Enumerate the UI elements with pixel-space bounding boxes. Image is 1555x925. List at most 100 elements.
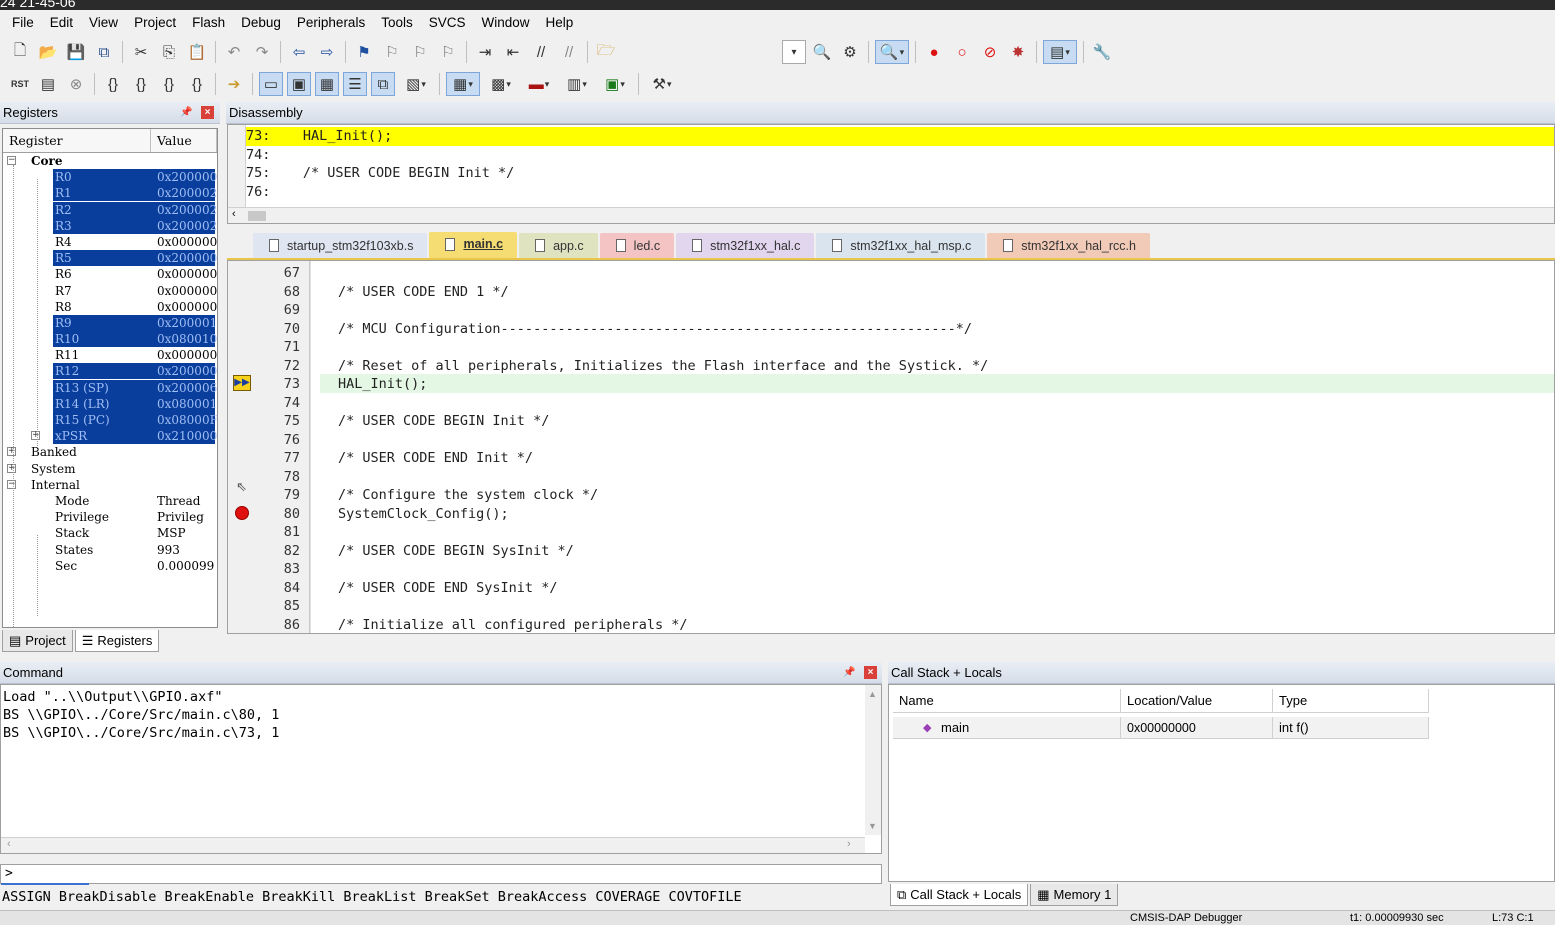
register-value[interactable]: MSP bbox=[157, 525, 217, 541]
tree-node-banked[interactable]: + Banked bbox=[3, 444, 217, 460]
register-row[interactable]: R9 0x200001 bbox=[3, 314, 217, 331]
register-row[interactable]: R1 0x200002 bbox=[3, 185, 217, 202]
register-value[interactable]: 0x080001 bbox=[157, 396, 217, 412]
command-window-icon[interactable]: ▭ bbox=[259, 72, 283, 96]
system-viewer-icon[interactable]: ▣ bbox=[598, 72, 632, 96]
wrench-icon[interactable]: 🔧 bbox=[1090, 40, 1114, 64]
menu-item-flash[interactable]: Flash bbox=[184, 10, 233, 35]
disassembly-window-icon[interactable]: ▣ bbox=[287, 72, 311, 96]
register-row[interactable]: R4 0x000000 bbox=[3, 234, 217, 250]
unindent-icon[interactable]: ⇤ bbox=[501, 40, 525, 64]
step-out-icon[interactable]: {} bbox=[157, 72, 181, 96]
tree-node-system[interactable]: + System bbox=[3, 461, 217, 477]
close-icon[interactable]: × bbox=[201, 106, 214, 119]
toolbox-icon[interactable]: ⚒ bbox=[645, 72, 679, 96]
register-value[interactable]: 0x200000 bbox=[157, 363, 217, 379]
register-row[interactable]: R7 0x000000 bbox=[3, 283, 217, 299]
close-icon[interactable]: × bbox=[864, 666, 877, 679]
command-output[interactable]: Load "..\\Output\\GPIO.axf" BS \\GPIO\..… bbox=[0, 684, 882, 854]
breakpoint-kill-all-icon[interactable]: ✸ bbox=[1006, 40, 1030, 64]
register-value[interactable]: 0x210000 bbox=[157, 428, 217, 444]
show-next-statement-icon[interactable]: ➔ bbox=[222, 72, 246, 96]
file-tab[interactable]: stm32f1xx_hal_msp.c bbox=[816, 233, 986, 258]
symbols-window-icon[interactable]: ▦ bbox=[315, 72, 339, 96]
file-tab[interactable]: stm32f1xx_hal_rcc.h bbox=[987, 233, 1150, 258]
new-file-icon[interactable]: 🗋 bbox=[8, 40, 32, 64]
value-column-header[interactable]: Value bbox=[151, 129, 217, 152]
register-row[interactable]: R13 (SP) 0x200006 bbox=[3, 379, 217, 396]
step-over-icon[interactable]: {} bbox=[129, 72, 153, 96]
open-folder-icon[interactable]: 📂 bbox=[36, 40, 60, 64]
pin-icon[interactable]: 📌 bbox=[843, 666, 855, 679]
register-value[interactable]: 993 bbox=[157, 542, 217, 558]
watch-window-icon[interactable]: ▧ bbox=[399, 72, 433, 96]
bookmark-icon[interactable]: ⚑ bbox=[352, 40, 376, 64]
file-tab[interactable]: app.c bbox=[519, 233, 598, 258]
serial-window-icon[interactable]: ▩ bbox=[484, 72, 518, 96]
menu-item-edit[interactable]: Edit bbox=[42, 10, 81, 35]
copy-icon[interactable]: ⎘ bbox=[157, 40, 181, 64]
redo-icon[interactable]: ↷ bbox=[250, 40, 274, 64]
find-icon[interactable]: 🔍 bbox=[810, 40, 834, 64]
register-row[interactable]: R6 0x000000 bbox=[3, 266, 217, 282]
scroll-left-icon[interactable]: ‹ bbox=[232, 208, 236, 220]
register-row[interactable]: + xPSR 0x210000 bbox=[3, 428, 217, 445]
file-tab[interactable]: startup_stm32f103xb.s bbox=[253, 233, 428, 258]
file-tab[interactable]: main.c bbox=[429, 232, 518, 258]
call-stack-window-icon[interactable]: ⧉ bbox=[371, 72, 395, 96]
save-icon[interactable]: 💾 bbox=[64, 40, 88, 64]
navigate-forward-icon[interactable]: ⇨ bbox=[315, 40, 339, 64]
register-value[interactable]: 0x08000F bbox=[157, 412, 217, 428]
command-vscrollbar[interactable]: ▲ ▼ bbox=[865, 685, 881, 835]
tab-project[interactable]: ▤ Project bbox=[2, 630, 73, 652]
register-row[interactable]: Mode Thread bbox=[3, 493, 217, 509]
register-row[interactable]: R15 (PC) 0x08000F bbox=[3, 412, 217, 428]
menu-item-view[interactable]: View bbox=[81, 10, 126, 35]
register-value[interactable]: Thread bbox=[157, 493, 217, 509]
trace-window-icon[interactable]: ▥ bbox=[560, 72, 594, 96]
register-row[interactable]: R10 0x080010 bbox=[3, 331, 217, 348]
register-row[interactable]: R14 (LR) 0x080001 bbox=[3, 395, 217, 412]
undo-icon[interactable]: ↶ bbox=[222, 40, 246, 64]
navigate-back-icon[interactable]: ⇦ bbox=[287, 40, 311, 64]
expand-icon[interactable]: + bbox=[7, 447, 16, 457]
code-editor[interactable]: 67 68 69 70 71 72 73 74 75 76 77 78 79 80 81 82 83 84 85 86… bbox=[227, 260, 1555, 634]
comment-icon[interactable]: // bbox=[529, 40, 553, 64]
register-row[interactable]: R8 0x000000 bbox=[3, 299, 217, 315]
tab-memory-1[interactable]: ▦ Memory 1 bbox=[1030, 884, 1119, 906]
register-value[interactable]: 0x080010 bbox=[157, 331, 217, 347]
register-value[interactable]: 0x200000 bbox=[157, 169, 217, 185]
breakpoint-disable-all-icon[interactable]: ⊘ bbox=[978, 40, 1002, 64]
editor-hscrollbar[interactable]: ‹ bbox=[228, 633, 1555, 634]
register-value[interactable]: 0x000000 bbox=[157, 234, 217, 250]
menu-item-tools[interactable]: Tools bbox=[373, 10, 421, 35]
register-value[interactable]: 0x200002 bbox=[157, 185, 217, 201]
menu-item-peripherals[interactable]: Peripherals bbox=[289, 10, 373, 35]
registers-window-icon[interactable]: ☰ bbox=[343, 72, 367, 96]
run-icon[interactable]: ▤ bbox=[36, 72, 60, 96]
register-value[interactable]: 0.000099 bbox=[157, 558, 217, 574]
scroll-up-icon[interactable]: ▲ bbox=[868, 689, 877, 699]
uncomment-icon[interactable]: // bbox=[557, 40, 581, 64]
register-column-header[interactable]: Register bbox=[3, 129, 151, 152]
indent-icon[interactable]: ⇥ bbox=[473, 40, 497, 64]
expand-icon[interactable]: + bbox=[31, 431, 40, 441]
register-row[interactable]: R12 0x200000 bbox=[3, 363, 217, 380]
bookmark-next-icon[interactable]: ⚐ bbox=[408, 40, 432, 64]
register-row[interactable]: Stack MSP bbox=[3, 525, 217, 541]
register-value[interactable]: Privileg bbox=[157, 509, 217, 525]
menu-item-file[interactable]: File bbox=[4, 10, 42, 35]
disassembly-hscrollbar[interactable]: ‹ bbox=[228, 207, 1554, 223]
scrollbar-thumb[interactable] bbox=[248, 211, 266, 221]
register-row[interactable]: R2 0x200002 bbox=[3, 201, 217, 218]
register-row[interactable]: Privilege Privileg bbox=[3, 509, 217, 525]
breakpoint-disable-icon[interactable]: ○ bbox=[950, 40, 974, 64]
menu-item-window[interactable]: Window bbox=[473, 10, 537, 35]
run-to-cursor-icon[interactable]: {} bbox=[185, 72, 209, 96]
combo-dropdown-icon[interactable]: ▾ bbox=[782, 40, 806, 64]
callstack-locals-window[interactable]: Name Location/Value Type ◆ main 0x000000… bbox=[888, 684, 1555, 882]
register-row[interactable]: Sec 0.000099 bbox=[3, 558, 217, 574]
register-value[interactable]: 0x000000 bbox=[157, 266, 217, 282]
register-row[interactable]: R5 0x200000 bbox=[3, 250, 217, 267]
tab-callstack-locals[interactable]: ⧉ Call Stack + Locals bbox=[890, 884, 1029, 906]
